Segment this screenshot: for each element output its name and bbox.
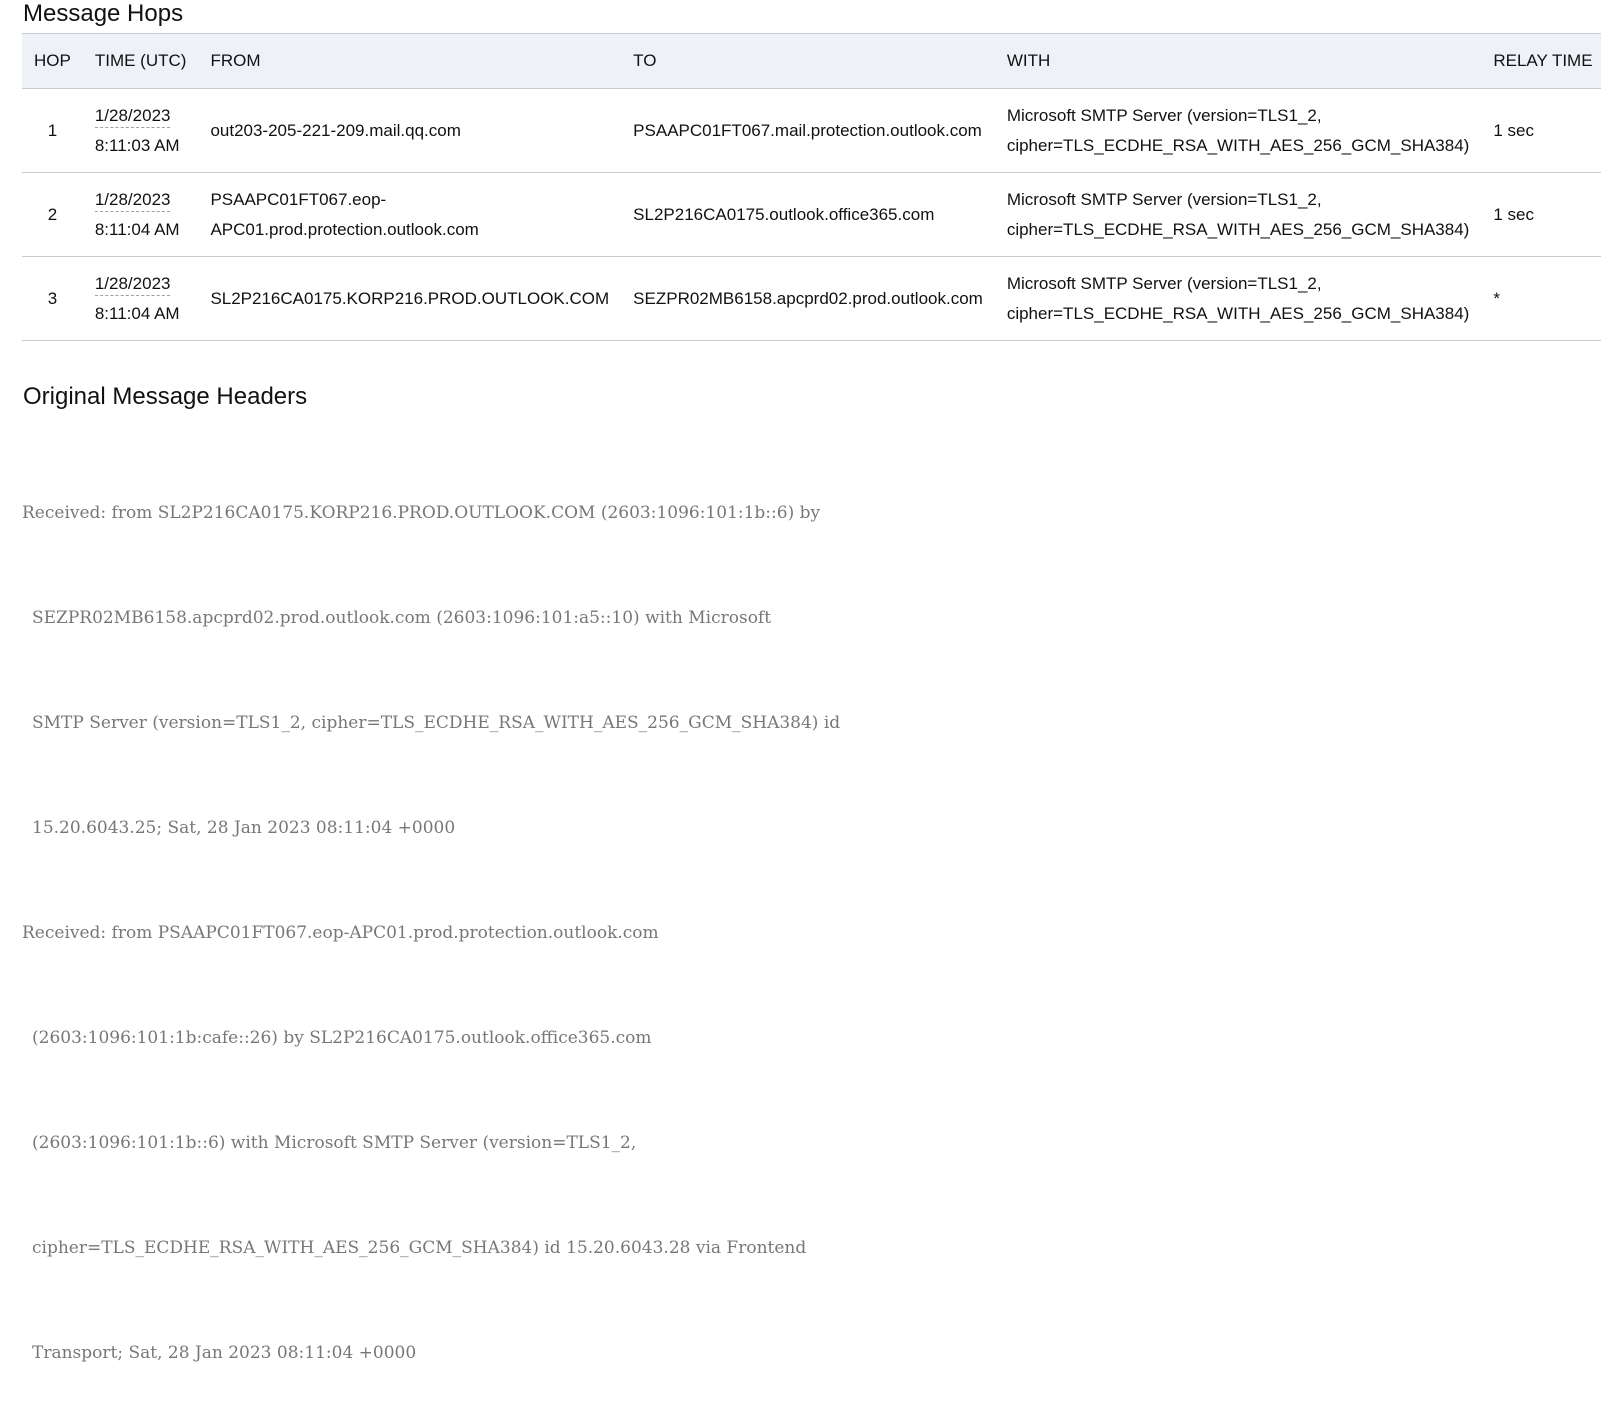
hop-time-value: 8:11:04 AM	[94, 219, 180, 239]
hop-with: Microsoft SMTP Server (version=TLS1_2, c…	[994, 256, 1482, 341]
column-header-with[interactable]: WITH	[994, 33, 1482, 89]
header-line: SEZPR02MB6158.apcprd02.prod.outlook.com …	[32, 608, 772, 628]
message-hops-table: HOP TIME (UTC) FROM TO WITH RELAY TIME 1…	[22, 33, 1601, 341]
header-line: (2603:1096:101:1b:cafe::26) by SL2P216CA…	[32, 1028, 652, 1048]
hop-to: PSAAPC01FT067.mail.protection.outlook.co…	[621, 88, 995, 173]
hop-from-line: APC01.prod.protection.outlook.com	[210, 219, 479, 239]
hop-relay-time: 1 sec	[1481, 88, 1601, 173]
hop-time-value: 8:11:03 AM	[94, 135, 180, 155]
hop-time: 1/28/2023 8:11:04 AM	[82, 172, 199, 257]
hop-from-line: SL2P216CA0175.KORP216.PROD.OUTLOOK.COM	[210, 288, 610, 308]
hop-with-line: Microsoft SMTP Server (version=TLS1_2,	[1006, 273, 1322, 293]
original-headers-title: Original Message Headers	[23, 383, 308, 410]
hop-date[interactable]: 1/28/2023	[94, 105, 171, 128]
column-header-from[interactable]: FROM	[198, 33, 622, 89]
hop-date[interactable]: 1/28/2023	[94, 189, 171, 212]
hop-from-line: out203-205-221-209.mail.qq.com	[210, 120, 461, 140]
table-row: 2 1/28/2023 8:11:04 AM PSAAPC01FT067.eop…	[22, 172, 1601, 257]
hop-with-line: cipher=TLS_ECDHE_RSA_WITH_AES_256_GCM_SH…	[1006, 219, 1470, 239]
hop-with-line: Microsoft SMTP Server (version=TLS1_2,	[1006, 105, 1322, 125]
hop-from-line: PSAAPC01FT067.eop-	[210, 189, 387, 209]
hop-with: Microsoft SMTP Server (version=TLS1_2, c…	[994, 88, 1482, 173]
hop-time-value: 8:11:04 AM	[94, 303, 180, 323]
hop-to: SL2P216CA0175.outlook.office365.com	[621, 172, 995, 257]
hop-from: PSAAPC01FT067.eop- APC01.prod.protection…	[198, 172, 622, 257]
hop-relay-time: 1 sec	[1481, 172, 1601, 257]
header-line: Received: from SL2P216CA0175.KORP216.PRO…	[22, 503, 821, 523]
hop-to: SEZPR02MB6158.apcprd02.prod.outlook.com	[621, 256, 995, 341]
header-line: SMTP Server (version=TLS1_2, cipher=TLS_…	[32, 713, 841, 733]
hop-from: out203-205-221-209.mail.qq.com	[198, 88, 622, 173]
hop-number: 1	[22, 88, 83, 173]
column-header-time[interactable]: TIME (UTC)	[82, 33, 199, 89]
column-header-relay-time[interactable]: RELAY TIME	[1481, 33, 1601, 89]
hop-with-line: Microsoft SMTP Server (version=TLS1_2,	[1006, 189, 1322, 209]
hop-date[interactable]: 1/28/2023	[94, 273, 171, 296]
hop-with-line: cipher=TLS_ECDHE_RSA_WITH_AES_256_GCM_SH…	[1006, 135, 1470, 155]
header-line: Transport; Sat, 28 Jan 2023 08:11:04 +00…	[32, 1343, 417, 1363]
header-line: 15.20.6043.25; Sat, 28 Jan 2023 08:11:04…	[32, 818, 456, 838]
column-header-to[interactable]: TO	[621, 33, 995, 89]
hop-with-line: cipher=TLS_ECDHE_RSA_WITH_AES_256_GCM_SH…	[1006, 303, 1470, 323]
hop-number: 2	[22, 172, 83, 257]
hop-with: Microsoft SMTP Server (version=TLS1_2, c…	[994, 172, 1482, 257]
header-line: cipher=TLS_ECDHE_RSA_WITH_AES_256_GCM_SH…	[32, 1238, 807, 1258]
raw-message-headers: Received: from SL2P216CA0175.KORP216.PRO…	[22, 426, 840, 1406]
hop-from: SL2P216CA0175.KORP216.PROD.OUTLOOK.COM	[198, 256, 622, 341]
hop-time: 1/28/2023 8:11:03 AM	[82, 88, 199, 173]
column-header-hop[interactable]: HOP	[22, 33, 83, 89]
message-hops-title: Message Hops	[23, 0, 184, 27]
table-header-row: HOP TIME (UTC) FROM TO WITH RELAY TIME	[22, 33, 1601, 89]
hop-relay-time: *	[1481, 256, 1601, 341]
table-row: 1 1/28/2023 8:11:03 AM out203-205-221-20…	[22, 88, 1601, 173]
hop-time: 1/28/2023 8:11:04 AM	[82, 256, 199, 341]
header-line: Received: from PSAAPC01FT067.eop-APC01.p…	[22, 923, 659, 943]
table-row: 3 1/28/2023 8:11:04 AM SL2P216CA0175.KOR…	[22, 256, 1601, 341]
hop-number: 3	[22, 256, 83, 341]
header-line: (2603:1096:101:1b::6) with Microsoft SMT…	[32, 1133, 637, 1153]
